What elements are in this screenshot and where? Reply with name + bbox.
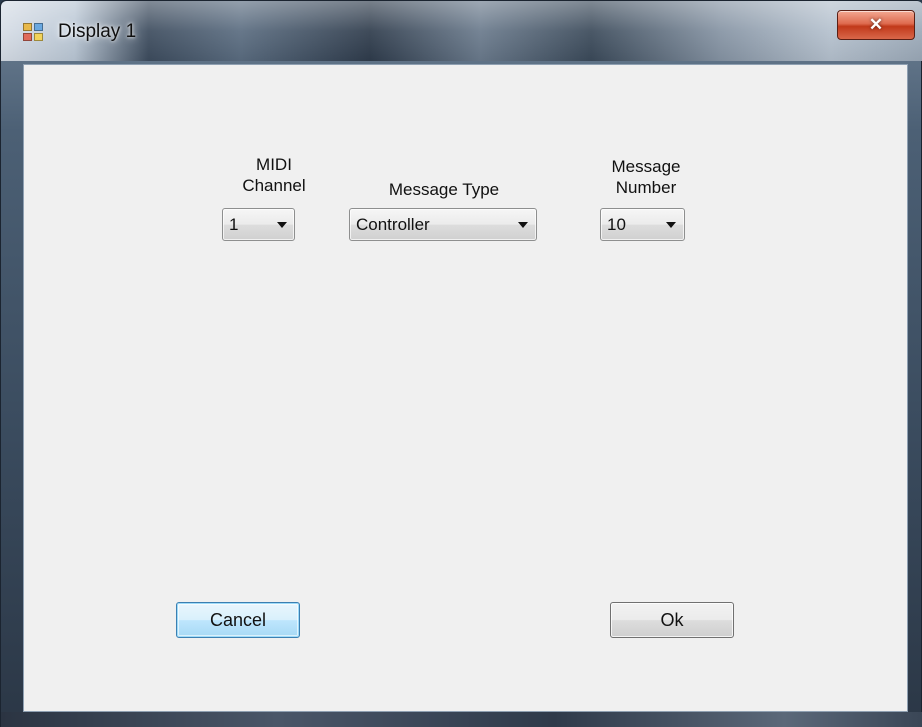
midi-channel-value: 1 <box>229 215 239 234</box>
message-number-label-line2: Number <box>615 178 677 197</box>
midi-channel-label-line2: Channel <box>242 176 306 195</box>
message-number-value: 10 <box>607 215 626 234</box>
title-bar[interactable]: Display 1 ✕ <box>1 1 922 61</box>
message-type-value: Controller <box>356 215 430 234</box>
dialog-window: Display 1 ✕ MIDI Channel 1 Message Type … <box>0 0 922 727</box>
window-title: Display 1 <box>58 21 137 42</box>
chevron-down-icon <box>277 222 287 228</box>
message-type-dropdown[interactable]: Controller <box>349 208 537 241</box>
midi-channel-dropdown[interactable]: 1 <box>222 208 295 241</box>
message-number-label-line1: Message <box>611 157 681 176</box>
dialog-client-area: MIDI Channel 1 Message Type Controller M… <box>23 64 908 712</box>
midi-channel-label-line1: MIDI <box>256 155 292 174</box>
message-number-label: Message Number <box>596 156 696 198</box>
app-window-icon <box>23 23 45 43</box>
close-button[interactable]: ✕ <box>837 10 915 40</box>
cancel-button[interactable]: Cancel <box>176 602 300 638</box>
ok-button[interactable]: Ok <box>610 602 734 638</box>
midi-channel-label: MIDI Channel <box>222 154 326 196</box>
close-icon: ✕ <box>868 15 884 34</box>
message-type-label: Message Type <box>388 180 500 199</box>
message-number-dropdown[interactable]: 10 <box>600 208 685 241</box>
window-bottom-border <box>1 712 922 727</box>
chevron-down-icon <box>666 222 676 228</box>
chevron-down-icon <box>518 222 528 228</box>
